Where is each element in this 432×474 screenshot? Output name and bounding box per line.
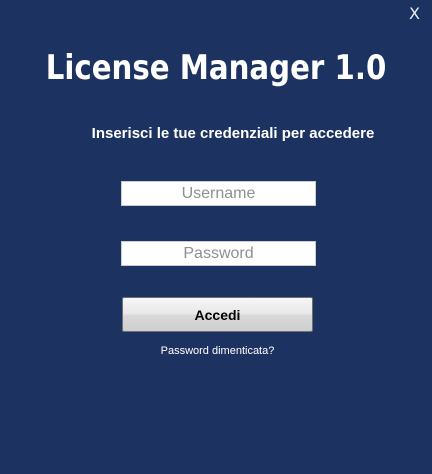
login-button[interactable]: Accedi [122, 297, 313, 332]
app-title: License Manager 1.0 [45, 48, 387, 88]
forgot-password-link[interactable]: Password dimenticata? [0, 345, 432, 357]
login-subtitle: Inserisci le tue credenziali per acceder… [91, 125, 375, 142]
close-button[interactable]: X [409, 6, 420, 22]
password-field[interactable] [121, 241, 316, 266]
username-field[interactable] [121, 181, 316, 206]
